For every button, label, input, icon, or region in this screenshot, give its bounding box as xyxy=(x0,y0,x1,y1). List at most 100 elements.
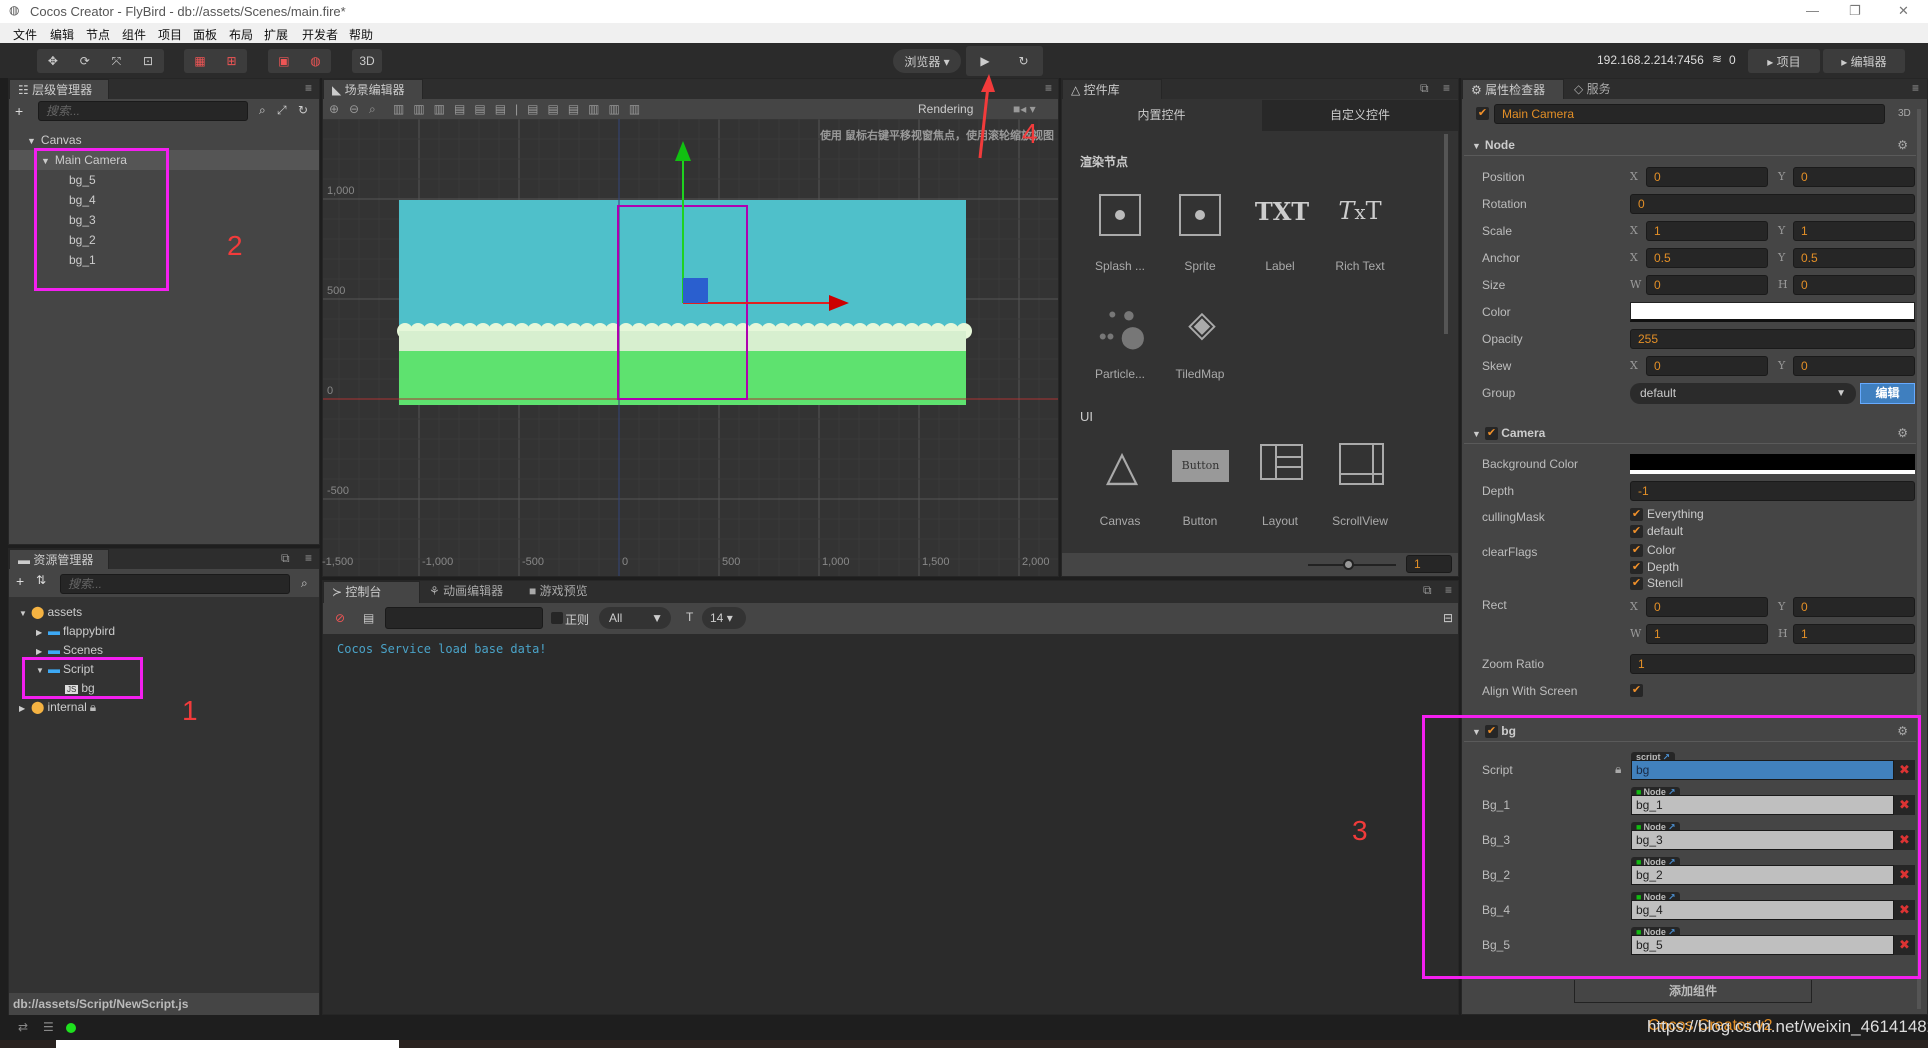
align-tools-icon[interactable]: ▥▥▥▤▤▤|▤▤▤▥▥▥ xyxy=(393,99,649,119)
3d-toggle[interactable]: 3D xyxy=(352,49,382,73)
console-filter-input[interactable] xyxy=(385,607,543,629)
open-log-icon[interactable]: ▤ xyxy=(363,611,374,625)
tab-library[interactable]: △ 控件库 xyxy=(1062,79,1162,99)
zoom-reset-icon[interactable]: ⌕ xyxy=(369,99,376,119)
scale-tool-icon[interactable]: ⤧ xyxy=(112,54,122,69)
popout-icon[interactable]: ⧉ xyxy=(1420,81,1429,96)
node-section-header[interactable]: ▼ Node ⚙ xyxy=(1464,134,1916,156)
panel-menu-icon[interactable]: ≡ xyxy=(1045,81,1052,95)
align-with-screen-checkbox[interactable]: ✔ xyxy=(1630,684,1643,697)
camera-icon[interactable]: ■◂ ▾ xyxy=(1013,99,1036,119)
tab-assets[interactable]: ▬ 资源管理器 xyxy=(9,549,109,569)
browser-select[interactable]: 浏览器 ▾ xyxy=(893,49,961,73)
component-richtext[interactable]: Rich Text xyxy=(1320,259,1400,273)
menu-panel[interactable]: 面板 xyxy=(193,26,217,43)
regex-checkbox[interactable] xyxy=(551,612,563,624)
menu-component[interactable]: 组件 xyxy=(122,26,146,43)
scrollview-icon[interactable] xyxy=(1339,443,1384,485)
node-name-input[interactable]: Main Camera xyxy=(1494,104,1885,124)
checkbox-icon[interactable]: ✔ xyxy=(1630,577,1643,591)
checkbox-icon[interactable]: ✔ xyxy=(1630,544,1643,558)
size-input-a[interactable]: 0 xyxy=(1646,275,1768,295)
play-icon[interactable]: ▶ xyxy=(980,54,989,68)
component-label[interactable]: Label xyxy=(1240,259,1320,273)
canvas-icon[interactable]: △ xyxy=(1097,444,1147,488)
sort-icon[interactable]: ⇅ xyxy=(36,573,46,587)
culling-everything[interactable]: ✔ Everything xyxy=(1630,507,1704,522)
anchor-input-b[interactable]: 0.5 xyxy=(1793,248,1915,268)
node-active-checkbox[interactable]: ✔ xyxy=(1476,107,1489,120)
layout-icon[interactable] xyxy=(1260,444,1303,480)
clear-color[interactable]: ✔ Color xyxy=(1630,543,1676,558)
richtext-icon[interactable]: TxT xyxy=(1330,197,1390,225)
close-button[interactable]: ✕ xyxy=(1898,3,1909,19)
rect-xy-input-b[interactable]: 0 xyxy=(1793,597,1915,617)
scale-input-b[interactable]: 1 xyxy=(1793,221,1915,241)
button-icon[interactable]: Button xyxy=(1172,450,1229,482)
popout-icon[interactable]: ⧉ xyxy=(281,551,290,566)
panel-menu-icon[interactable]: ≡ xyxy=(305,551,312,565)
clear-depth[interactable]: ✔ Depth xyxy=(1630,560,1679,575)
tab-builtin[interactable]: 内置控件 xyxy=(1062,100,1261,131)
zoom-slider-handle[interactable] xyxy=(1343,559,1354,570)
sync-icon[interactable]: ⇄ xyxy=(18,1020,28,1034)
center-icon[interactable]: ⊞ xyxy=(227,54,237,68)
sprite-icon[interactable] xyxy=(1179,194,1221,236)
expand-arrow-icon[interactable]: ▶ xyxy=(19,699,31,718)
camera-section-header[interactable]: ▼ ✔ Camera ⚙ xyxy=(1464,422,1916,444)
search-icon[interactable]: ⌕ xyxy=(259,103,266,118)
edit-group-button[interactable]: 编辑 xyxy=(1860,383,1915,404)
refresh-icon[interactable]: ↻ xyxy=(298,103,308,117)
rect-wh-input-a[interactable]: 1 xyxy=(1646,624,1768,644)
clear-icon[interactable]: ⊘ xyxy=(335,611,345,625)
component-scrollview[interactable]: ScrollView xyxy=(1320,514,1400,528)
splash-icon[interactable] xyxy=(1099,194,1141,236)
checkbox-icon[interactable]: ✔ xyxy=(1630,561,1643,575)
library-scrollbar[interactable] xyxy=(1444,134,1448,334)
tab-custom[interactable]: 自定义控件 xyxy=(1262,100,1458,131)
checkbox-icon[interactable]: ✔ xyxy=(1630,508,1643,522)
panel-menu-icon[interactable]: ≡ xyxy=(1445,583,1452,597)
component-tiledmap[interactable]: TiledMap xyxy=(1160,367,1240,381)
menu-node[interactable]: 节点 xyxy=(86,26,110,43)
rotate-tool-icon[interactable]: ⟳ xyxy=(80,54,90,68)
menu-help[interactable]: 帮助 xyxy=(349,26,373,43)
minimize-button[interactable]: — xyxy=(1806,3,1819,18)
log-level-select[interactable]: All ▼ xyxy=(599,607,671,629)
gear-icon[interactable]: ⚙ xyxy=(1897,422,1908,444)
expand-arrow-icon[interactable]: ▼ xyxy=(19,604,31,623)
popout-icon[interactable]: ⧉ xyxy=(1423,583,1432,598)
pivot-icon[interactable]: ▦ xyxy=(194,54,205,68)
zoom-ratio-input[interactable]: 1 xyxy=(1630,654,1915,674)
add-asset-icon[interactable]: + xyxy=(16,573,24,589)
component-splash[interactable]: Splash ... xyxy=(1080,259,1160,273)
particle-icon[interactable]: • ● •• ⬤ xyxy=(1097,304,1147,349)
rect-wh-input-b[interactable]: 1 xyxy=(1793,624,1915,644)
menu-edit[interactable]: 编辑 xyxy=(50,26,74,43)
font-size-select[interactable]: 14 ▾ xyxy=(702,607,746,629)
component-button[interactable]: Button xyxy=(1160,514,1240,528)
checkbox-icon[interactable]: ✔ xyxy=(1630,525,1643,539)
expand-arrow-icon[interactable]: ▶ xyxy=(36,623,48,642)
rect-tool-icon[interactable]: ⊡ xyxy=(143,54,153,68)
tab-console[interactable]: ≻ 控制台 xyxy=(323,581,420,603)
color-swatch[interactable] xyxy=(1630,302,1915,322)
position-input-a[interactable]: 0 xyxy=(1646,167,1768,187)
menu-developer[interactable]: 开发者 xyxy=(302,26,338,43)
menu-project[interactable]: 项目 xyxy=(158,26,182,43)
component-canvas[interactable]: Canvas xyxy=(1080,514,1160,528)
tab-game-preview[interactable]: ■ 游戏预览 xyxy=(521,581,621,601)
anchor-input-a[interactable]: 0.5 xyxy=(1646,248,1768,268)
position-input-b[interactable]: 0 xyxy=(1793,167,1915,187)
component-layout[interactable]: Layout xyxy=(1240,514,1320,528)
depth-input[interactable]: -1 xyxy=(1630,481,1915,501)
panel-menu-icon[interactable]: ≡ xyxy=(305,81,312,95)
refresh-icon[interactable]: ↻ xyxy=(1019,54,1029,68)
menu-extension[interactable]: 扩展 xyxy=(264,26,288,43)
open-project-button[interactable]: ▸ 项目 xyxy=(1748,49,1820,73)
component-sprite[interactable]: Sprite xyxy=(1160,259,1240,273)
scene-viewport[interactable] xyxy=(323,119,1058,576)
component-particle[interactable]: Particle... xyxy=(1080,367,1160,381)
search-icon[interactable]: ⌕ xyxy=(301,576,308,591)
move-tool-icon[interactable]: ✥ xyxy=(48,54,58,68)
